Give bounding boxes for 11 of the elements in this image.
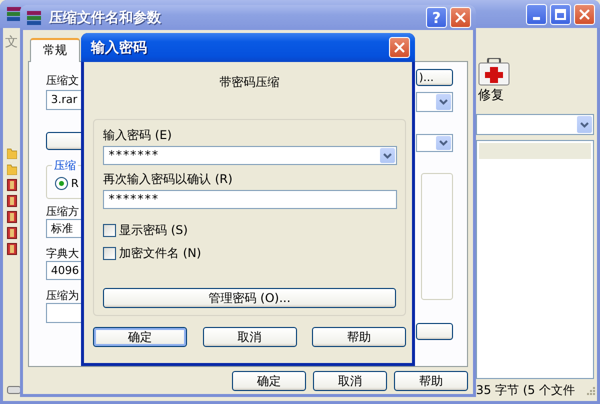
group-label: 压缩 (53, 158, 77, 173)
dialog-heading: 带密码压缩 (218, 75, 280, 89)
field-label: 压缩为 (46, 289, 79, 303)
field-label: 压缩方 (46, 205, 79, 219)
status-text: 35 字节 (5 个文件 (476, 382, 575, 398)
field-label: 输入密码 (E) (103, 128, 172, 142)
window-title: 压缩文件名和参数 (49, 8, 161, 26)
field-label: 再次输入密码以确认 (R) (103, 172, 233, 186)
field-label: 字典大 (46, 247, 79, 261)
field-label: 压缩文 (46, 74, 79, 88)
window-title: 输入密码 (91, 38, 147, 56)
